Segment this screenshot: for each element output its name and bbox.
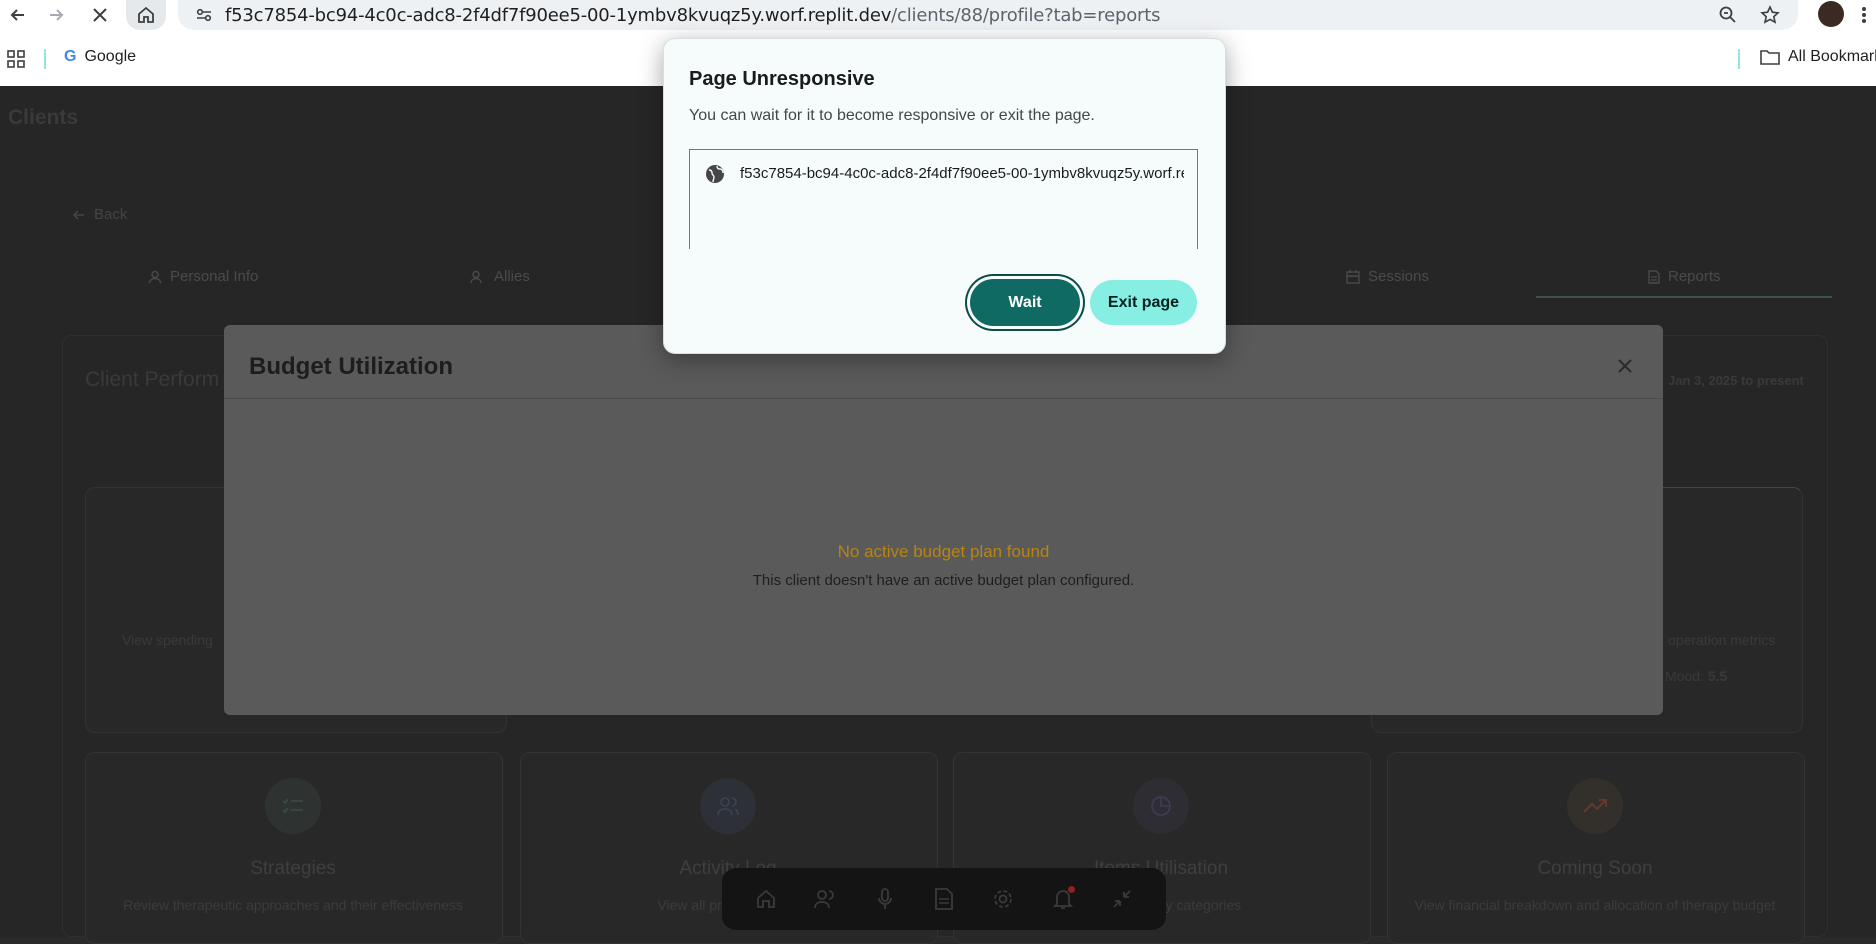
menu-dots-icon[interactable] [1852, 0, 1876, 30]
tab-sessions[interactable]: Sessions [1346, 268, 1429, 285]
active-tab-indicator [1536, 296, 1832, 298]
profile-avatar[interactable] [1818, 1, 1844, 27]
back-arrow-icon[interactable] [0, 0, 36, 30]
dock-settings-icon[interactable] [985, 881, 1021, 917]
dock-home-icon[interactable] [748, 881, 784, 917]
spending-desc: View spending [122, 632, 213, 648]
mood-value: 5.5 [1707, 668, 1728, 684]
google-icon: G [64, 48, 77, 65]
modal-divider [224, 398, 1663, 399]
user-icon [148, 270, 162, 283]
trending-up-icon [1567, 778, 1623, 834]
tab-personal-info[interactable]: Personal Info [148, 268, 258, 285]
page-title: Clients [8, 106, 79, 129]
card-desc-coming-soon: View financial breakdown and allocation … [1414, 897, 1776, 913]
card-desc-strategies: Review therapeutic approaches and their … [123, 897, 463, 913]
mood-metric: Mood: 5.5 [1665, 668, 1727, 684]
bookmark-star-icon[interactable] [1752, 0, 1788, 30]
tab-label: Sessions [1368, 268, 1429, 285]
card-title-strategies: Strategies [250, 858, 336, 879]
all-bookmarks-label: All Bookmarks [1788, 48, 1876, 65]
home-icon[interactable] [126, 0, 166, 30]
tab-reports[interactable]: Reports [1648, 268, 1721, 285]
dock-bell-icon[interactable] [1045, 881, 1081, 917]
calendar-icon [1346, 269, 1360, 284]
bookmark-google[interactable]: G Google [64, 48, 136, 66]
empty-state-desc: This client doesn't have an active budge… [752, 572, 1135, 589]
wait-button[interactable]: Wait [970, 279, 1080, 326]
forward-arrow-icon[interactable] [38, 0, 74, 30]
dock-users-icon[interactable] [807, 881, 843, 917]
back-label: Back [94, 206, 128, 223]
dialog-message: You can wait for it to become responsive… [689, 107, 1095, 124]
tab-label: Allies [494, 268, 530, 285]
dock-minimize-icon[interactable] [1104, 881, 1140, 917]
tab-label: Personal Info [170, 268, 259, 285]
pie-chart-icon [1133, 778, 1189, 834]
folder-icon [1760, 50, 1780, 65]
tab-allies[interactable]: Allies [470, 268, 530, 285]
dock-microphone-icon[interactable] [867, 881, 903, 917]
notification-dot [1067, 886, 1075, 893]
bookmark-divider [44, 49, 46, 69]
stop-loading-icon[interactable] [82, 0, 118, 30]
all-bookmarks[interactable]: All Bookmarks [1760, 48, 1876, 66]
dock-document-icon[interactable] [926, 881, 962, 917]
tab-label: Reports [1668, 268, 1721, 285]
dialog-title: Page Unresponsive [689, 68, 875, 90]
arrow-left-icon [72, 209, 84, 220]
users-icon [470, 270, 482, 283]
dialog-page-list [689, 149, 1198, 249]
cooperation-desc: operation metrics [1668, 632, 1776, 648]
globe-icon [705, 164, 725, 184]
mood-label: Mood: [1665, 668, 1704, 684]
file-text-icon [1648, 269, 1660, 284]
modal-title: Budget Utilization [249, 353, 453, 380]
bookmark-divider-right [1738, 49, 1740, 69]
dialog-page-url: f53c7854-bc94-4c0c-adc8-2f4df7f90ee5-00-… [740, 165, 1184, 182]
section-title: Client Perform [85, 368, 220, 391]
date-range: Jan 3, 2025 to present [1668, 373, 1804, 388]
budget-modal [224, 325, 1663, 715]
site-settings-icon[interactable] [186, 0, 222, 30]
bookmark-google-label: Google [84, 48, 137, 65]
users-group-icon [700, 778, 756, 834]
card-title-coming-soon: Coming Soon [1537, 858, 1653, 879]
bottom-dock [722, 868, 1166, 930]
empty-state-title: No active budget plan found [837, 542, 1050, 561]
exit-page-button[interactable]: Exit page [1090, 280, 1197, 325]
back-button[interactable]: Back [72, 206, 127, 223]
apps-grid-icon[interactable] [0, 44, 32, 74]
checklist-icon [265, 778, 321, 834]
zoom-icon[interactable] [1710, 0, 1746, 30]
address-bar-url: f53c7854-bc94-4c0c-adc8-2f4df7f90ee5-00-… [225, 5, 1161, 26]
close-icon[interactable] [1614, 355, 1636, 377]
